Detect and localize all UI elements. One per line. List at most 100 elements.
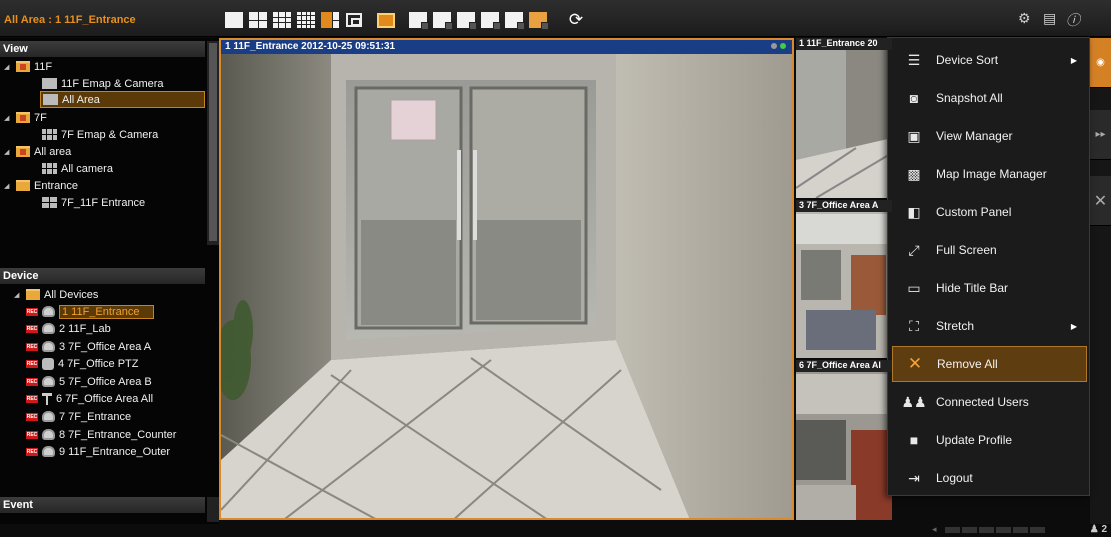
- status-bar: ◂ ♟ 2: [0, 524, 1111, 537]
- connected-users-indicator[interactable]: ♟ 2: [1090, 524, 1107, 535]
- emap-edit-icon[interactable]: [408, 11, 429, 30]
- thumbnail-camera-6[interactable]: 6 7F_Office Area Al: [796, 360, 892, 520]
- layout-9-icon[interactable]: [272, 11, 292, 29]
- tree-item-7f-emap[interactable]: 7F Emap & Camera: [42, 126, 158, 143]
- camera-icon: ◙: [909, 90, 919, 106]
- layout-16-icon[interactable]: [296, 11, 316, 29]
- tree-item-11f[interactable]: ◢ 11F: [4, 58, 52, 75]
- volume-slider[interactable]: [945, 527, 1045, 533]
- lock-icon: ■: [909, 432, 919, 448]
- menu-item-hide-title-bar[interactable]: ▭ Hide Title Bar: [892, 270, 1087, 306]
- folder-icon: [16, 61, 30, 72]
- view-scrollbar[interactable]: [207, 41, 219, 245]
- expand-icon[interactable]: ◢: [4, 148, 12, 156]
- menu-item-full-screen[interactable]: ⤢ Full Screen: [892, 232, 1087, 268]
- camera-video-feed: [221, 40, 792, 518]
- dome-camera-icon: [42, 429, 55, 440]
- event-section-header[interactable]: Event: [0, 497, 205, 513]
- dome-camera-icon: [42, 411, 55, 422]
- menu-item-snapshot-all[interactable]: ◙ Snapshot All: [892, 80, 1087, 116]
- rec-badge: REC: [26, 324, 38, 333]
- expand-icon[interactable]: ◢: [4, 63, 12, 71]
- tree-item-all-devices[interactable]: ◢ All Devices: [14, 286, 98, 303]
- dome-camera-icon: [42, 341, 55, 352]
- device-item-3[interactable]: REC 3 7F_Office Area A: [26, 338, 151, 355]
- device-item-4[interactable]: REC 4 7F_Office PTZ: [26, 355, 139, 372]
- layout-9-icon: [42, 129, 57, 140]
- device-item-7[interactable]: REC 7 7F_Entrance: [26, 408, 131, 425]
- view-section-header[interactable]: View: [0, 41, 205, 57]
- main-view-title-bar: 1 11F_Entrance 2012-10-25 09:51:31: [221, 40, 792, 54]
- tree-item-all-area[interactable]: All Area: [40, 91, 205, 108]
- settings-dropdown-menu: ☰ Device Sort ▶ ◙ Snapshot All ▣ View Ma…: [887, 37, 1090, 496]
- menu-item-map-image-manager[interactable]: ▩ Map Image Manager: [892, 156, 1087, 192]
- menu-item-stretch[interactable]: ⛶ Stretch ▶: [892, 308, 1087, 344]
- emap-add-icon[interactable]: [432, 11, 453, 30]
- menu-item-connected-users[interactable]: ♟♟ Connected Users: [892, 384, 1087, 420]
- camera-video-feed: [796, 360, 892, 520]
- users-icon: ♟♟: [901, 393, 927, 410]
- tree-item-all-camera[interactable]: All camera: [42, 160, 113, 177]
- tools-icon[interactable]: ✕: [1090, 176, 1111, 226]
- expand-icon[interactable]: ◢: [4, 114, 12, 122]
- tree-item-entrance[interactable]: ◢ Entrance: [4, 177, 78, 194]
- menu-item-update-profile[interactable]: ■ Update Profile: [892, 422, 1087, 458]
- fast-forward-icon[interactable]: ▸▸: [1090, 110, 1111, 160]
- rec-badge: REC: [26, 359, 38, 368]
- menu-item-logout[interactable]: ⇥ Logout: [892, 460, 1087, 496]
- event-scrollbar[interactable]: [207, 497, 219, 522]
- monitor-icon[interactable]: [376, 11, 396, 29]
- thumbnail-camera-3[interactable]: 3 7F_Office Area A: [796, 200, 892, 358]
- submenu-arrow-icon: ▶: [1070, 55, 1077, 65]
- rec-badge: REC: [26, 447, 38, 456]
- ptz-camera-icon: [42, 357, 54, 370]
- info-icon[interactable]: ⓘ: [1066, 10, 1080, 30]
- sync-icon[interactable]: ⟳: [566, 10, 586, 29]
- rec-badge: REC: [26, 377, 38, 386]
- expand-icon[interactable]: ◢: [14, 291, 22, 299]
- dome-camera-icon: [42, 323, 55, 334]
- emap-delete-icon[interactable]: [456, 11, 477, 30]
- settings-icon[interactable]: ⚙: [1018, 10, 1031, 27]
- device-section-header[interactable]: Device: [0, 268, 205, 284]
- users-icon: ♟: [1089, 524, 1099, 535]
- eye-icon[interactable]: ◉: [1090, 38, 1111, 88]
- top-toolbar: All Area : 1 11F_Entrance ⟳ ⚙ ▤ ⓘ: [0, 0, 1111, 37]
- folder-icon: [16, 112, 30, 123]
- tree-item-11f-emap[interactable]: 11F Emap & Camera: [42, 75, 164, 92]
- menu-item-view-manager[interactable]: ▣ View Manager: [892, 118, 1087, 154]
- menu-item-remove-all[interactable]: ✕ Remove All: [892, 346, 1087, 382]
- layout-4-icon: [42, 197, 57, 208]
- tree-item-7f[interactable]: ◢ 7F: [4, 109, 47, 126]
- layout-9-icon: [42, 163, 57, 174]
- tree-item-all-area-folder[interactable]: ◢ All area: [4, 143, 71, 160]
- popup-window-icon[interactable]: [344, 11, 364, 29]
- speaker-icon[interactable]: ◂: [932, 524, 937, 535]
- device-item-6[interactable]: REC 6 7F_Office Area All: [26, 390, 153, 407]
- menu-item-custom-panel[interactable]: ◧ Custom Panel: [892, 194, 1087, 230]
- submenu-arrow-icon: ▶: [1070, 321, 1077, 331]
- main-camera-view[interactable]: 1 11F_Entrance 2012-10-25 09:51:31: [219, 38, 794, 520]
- document-icon[interactable]: ▤: [1043, 10, 1056, 27]
- device-item-2[interactable]: REC 2 11F_Lab: [26, 320, 111, 337]
- rec-badge: REC: [26, 430, 38, 439]
- list-icon: ☰: [907, 51, 921, 68]
- layout-6-icon[interactable]: [320, 11, 340, 29]
- device-item-1[interactable]: REC 1 11F_Entrance: [26, 303, 155, 320]
- thumbnail-camera-1[interactable]: 1 11F_Entrance 20: [796, 38, 892, 198]
- emap-export-icon[interactable]: [504, 11, 525, 30]
- emap-link-icon[interactable]: [480, 11, 501, 30]
- dome-camera-icon: [42, 446, 55, 457]
- device-item-8[interactable]: REC 8 7F_Entrance_Counter: [26, 426, 176, 443]
- layout-1-icon[interactable]: [224, 11, 244, 29]
- emap-settings-icon[interactable]: [528, 11, 549, 30]
- rec-badge: REC: [26, 342, 38, 351]
- expand-icon[interactable]: ◢: [4, 182, 12, 190]
- rec-badge: REC: [26, 394, 38, 403]
- menu-item-device-sort[interactable]: ☰ Device Sort ▶: [892, 42, 1087, 78]
- device-item-5[interactable]: REC 5 7F_Office Area B: [26, 373, 152, 390]
- status-indicators: [771, 43, 786, 49]
- device-item-9[interactable]: REC 9 11F_Entrance_Outer: [26, 443, 170, 460]
- tree-item-7f-11f-entrance[interactable]: 7F_11F Entrance: [42, 194, 145, 211]
- layout-4-icon[interactable]: [248, 11, 268, 29]
